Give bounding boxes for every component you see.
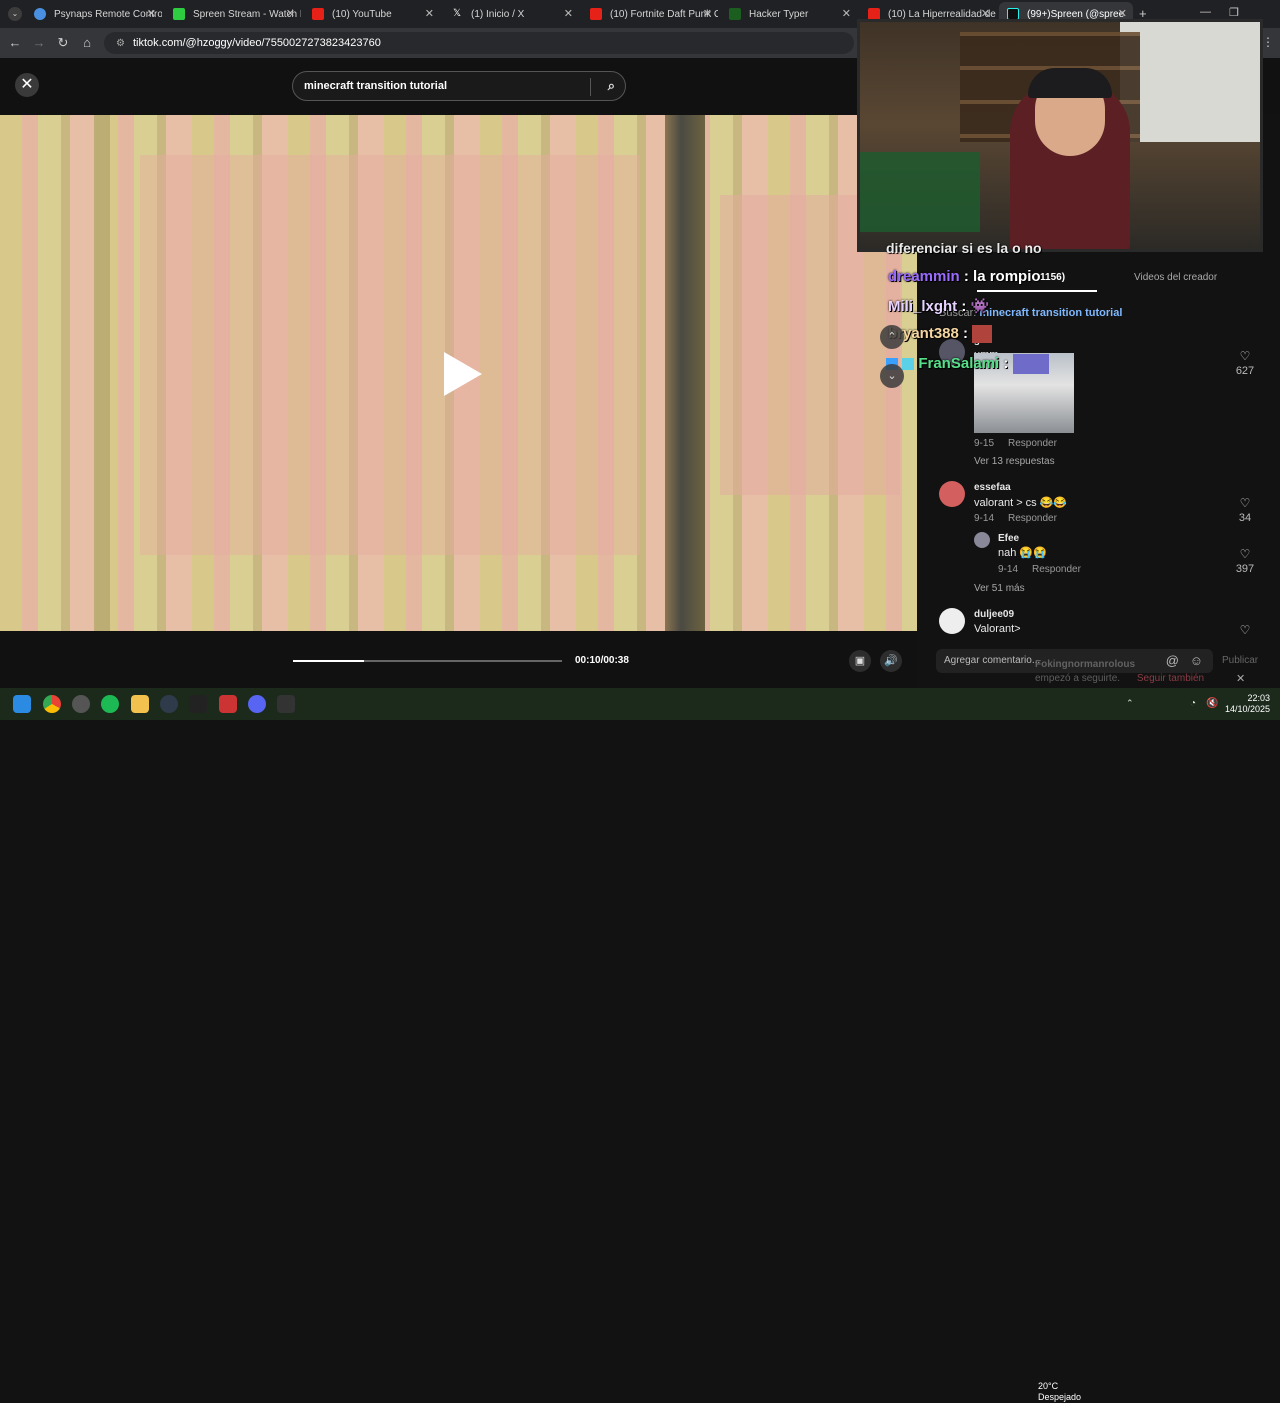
tab-creator-videos[interactable]: Videos del creador (1134, 272, 1217, 283)
tab-favicon (312, 8, 324, 20)
avatar[interactable] (939, 481, 965, 507)
close-icon[interactable]: ✕ (286, 7, 295, 20)
wifi-icon[interactable]: ◔ (1190, 698, 1196, 709)
close-icon[interactable]: ✕ (703, 7, 712, 20)
app-icon[interactable] (219, 695, 237, 713)
close-icon[interactable]: ✕ (425, 7, 434, 20)
comment-username[interactable]: essefaa (974, 482, 1011, 493)
tab-psynaps[interactable]: Psynaps Remote Control ✕ (26, 2, 162, 26)
app-icon[interactable] (160, 695, 178, 713)
close-icon[interactable]: ✕ (147, 7, 156, 20)
pip-icon[interactable]: ▣ (849, 650, 871, 672)
forward-icon[interactable]: → (31, 35, 47, 50)
like-count: 627 (1235, 365, 1255, 377)
like-count: 397 (1235, 563, 1255, 575)
search-input[interactable]: minecraft transition tutorial ⌕ (292, 71, 626, 101)
stream-chat-line: dreammin : la rompio (888, 268, 1041, 285)
tray-chevron-icon[interactable]: ⌃ (1126, 698, 1134, 709)
tab-spreen-stream[interactable]: Spreen Stream - Watch Li ✕ (165, 2, 301, 26)
back-icon[interactable]: ← (7, 35, 23, 50)
menu-icon[interactable]: ⋮ (1262, 35, 1274, 49)
weather-widget[interactable]: 20°C Despejado (1038, 1381, 1081, 1403)
close-icon[interactable]: ✕ (842, 7, 851, 20)
tab-hacker-typer[interactable]: Hacker Typer ✕ (721, 2, 857, 26)
time-display: 00:10/00:38 (575, 655, 629, 666)
search-icon[interactable]: ⌕ (608, 78, 615, 94)
tab-favicon (173, 8, 185, 20)
progress-fill (293, 660, 364, 662)
stream-chat-line: FranSalami : (886, 354, 1049, 374)
app-icon[interactable] (189, 695, 207, 713)
close-video-button[interactable]: ✕ (15, 73, 39, 97)
play-icon[interactable] (444, 352, 482, 396)
chevron-up-icon[interactable]: ⌃ (880, 325, 904, 349)
heart-icon[interactable]: ♡ (1233, 623, 1257, 637)
heart-icon[interactable]: ♡ (1233, 349, 1257, 363)
comment-username[interactable]: Efee (998, 533, 1019, 544)
stream-chat-line: Mili_lxght : 👾 (888, 298, 990, 315)
chevron-down-icon[interactable]: ⌄ (880, 364, 904, 388)
volume-icon[interactable]: 🔊 (880, 650, 902, 672)
comment-meta: 9-14 Responder (974, 513, 1057, 524)
comment-username[interactable]: duljee09 (974, 609, 1014, 620)
tab-favicon (590, 8, 602, 20)
tab-youtube[interactable]: (10) YouTube ✕ (304, 2, 440, 26)
heart-icon[interactable]: ♡ (1233, 547, 1257, 561)
app-icon[interactable] (72, 695, 90, 713)
comment-text: valorant > cs 😂😂 (974, 497, 1068, 509)
comment-meta: 9-15 Responder (974, 438, 1057, 449)
minimize-button[interactable]: — (1200, 6, 1211, 18)
avatar[interactable] (974, 532, 990, 548)
view-replies[interactable]: Ver 13 respuestas (974, 456, 1055, 467)
restore-button[interactable]: ❐ (1229, 6, 1239, 19)
active-tab-underline (977, 290, 1097, 292)
notification-user[interactable]: Fokingnormanrolous (1035, 659, 1245, 670)
tab-comments[interactable]: 1156) (1040, 272, 1065, 283)
windows-start-icon[interactable] (13, 695, 31, 713)
emote-icon (1012, 354, 1049, 374)
windows-taskbar: 20°C Despejado ⌃ ◔ 🔇 (0, 688, 1280, 1402)
comment-text: Valorant> (974, 623, 1021, 635)
chrome-icon[interactable] (43, 695, 61, 713)
comment-text: nah 😭😭 (998, 547, 1047, 559)
follow-notification: Fokingnormanrolous empezó a seguirte. Se… (1035, 659, 1245, 684)
close-icon[interactable]: ✕ (1236, 672, 1245, 685)
close-icon[interactable]: ✕ (564, 7, 573, 20)
like-count: 34 (1238, 512, 1252, 524)
tab-fortnite[interactable]: (10) Fortnite Daft Punk Co ✕ (582, 2, 718, 26)
tab-x[interactable]: 𝕏 (1) Inicio / X ✕ (443, 2, 579, 26)
discord-icon[interactable] (248, 695, 266, 713)
spotify-icon[interactable] (101, 695, 119, 713)
progress-bar[interactable] (293, 660, 562, 662)
streamer-webcam (857, 19, 1263, 252)
tab-favicon (34, 8, 46, 20)
address-bar[interactable]: ⚙ tiktok.com/@hzoggy/video/7550027273823… (104, 32, 854, 54)
follow-back-button[interactable]: Seguir también (1137, 673, 1204, 684)
folder-icon[interactable] (131, 695, 149, 713)
volume-mute-icon[interactable]: 🔇 (1206, 698, 1218, 709)
stream-chat-top: diferenciar si es la o no (886, 240, 1042, 256)
home-icon[interactable]: ⌂ (79, 35, 95, 50)
view-more-replies[interactable]: Ver 51 más (974, 583, 1025, 594)
avatar[interactable] (939, 608, 965, 634)
reply-button[interactable]: Responder (1008, 438, 1057, 449)
badge-icon (902, 358, 915, 370)
emote-icon: 👾 (970, 298, 990, 315)
site-info-icon[interactable]: ⚙ (116, 38, 125, 49)
reply-button[interactable]: Responder (1032, 564, 1081, 575)
clock[interactable]: 22:03 14/10/2025 (1225, 693, 1270, 715)
emote-icon (972, 325, 993, 344)
app-icon[interactable] (277, 695, 295, 713)
reply-button[interactable]: Responder (1008, 513, 1057, 524)
reload-icon[interactable]: ↻ (55, 35, 71, 51)
heart-icon[interactable]: ♡ (1233, 496, 1257, 510)
tab-favicon (729, 8, 741, 20)
comment-meta: 9-14 Responder (998, 564, 1081, 575)
tab-search-button[interactable]: ⌄ (8, 7, 22, 21)
x-logo-icon: 𝕏 (452, 8, 462, 19)
